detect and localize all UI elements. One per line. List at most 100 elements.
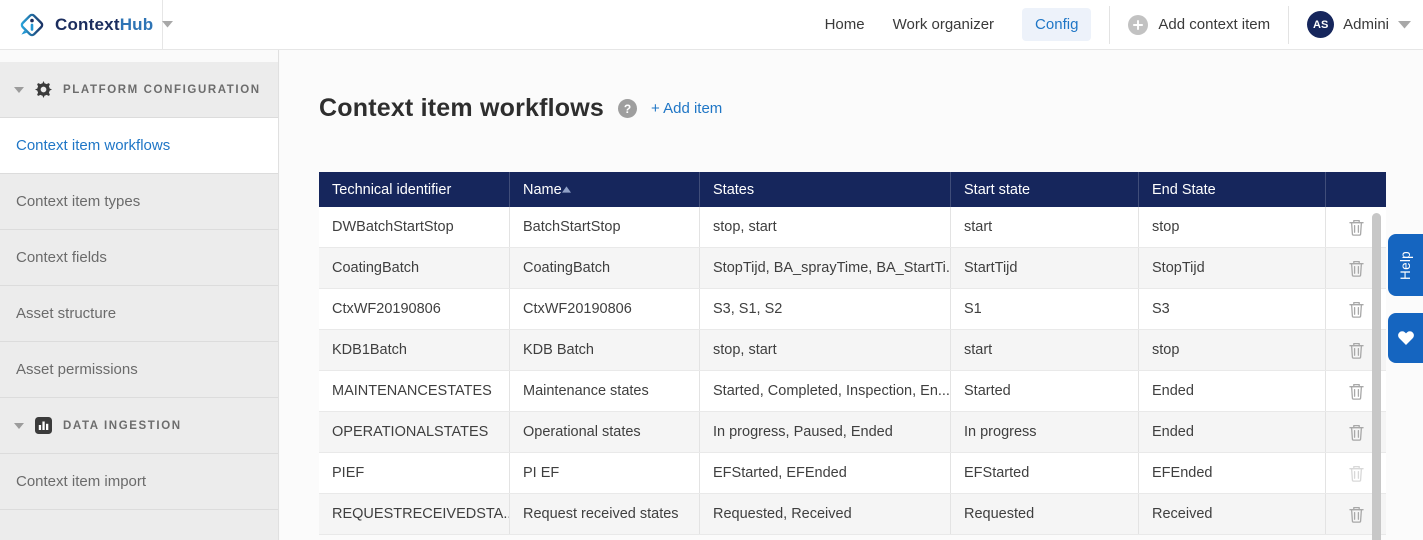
cell-end-state: Received (1138, 494, 1325, 534)
cell-end-state: S3 (1138, 289, 1325, 329)
page-title: Context item workflows (319, 94, 604, 122)
main-content: Context item workflows ? + Add item Tech… (280, 50, 1423, 540)
column-header-label: Technical identifier (332, 181, 452, 198)
cell-states: S3, S1, S2 (699, 289, 950, 329)
cell-start-state: Requested (950, 494, 1138, 534)
add-context-item-label: Add context item (1158, 16, 1271, 33)
column-header-states[interactable]: States (699, 172, 950, 207)
table-row[interactable]: REQUESTRECEIVEDSTA... Request received st… (319, 494, 1386, 535)
column-header-actions[interactable] (1325, 172, 1386, 207)
column-header-name[interactable]: Name (509, 172, 699, 207)
add-context-item-button[interactable]: Add context item (1128, 14, 1271, 35)
nav-items: Home Work organizer Config (825, 8, 1092, 41)
table-header-row: Technical identifier Name States Start stat… (319, 172, 1386, 207)
topbar: ContextHub Home Work organizer Config Add … (0, 0, 1423, 50)
trash-icon[interactable] (1348, 342, 1364, 359)
cell-states: stop, start (699, 207, 950, 247)
cell-states: Started, Completed, Inspection, En... (699, 371, 950, 411)
chevron-down-icon (14, 422, 24, 429)
table-scrollbar[interactable] (1372, 213, 1381, 540)
logo-chevron-down-icon (162, 21, 174, 28)
trash-icon (1348, 465, 1364, 482)
sidebar-section-title: PLATFORM CONFIGURATION (63, 83, 261, 96)
trash-icon[interactable] (1348, 383, 1364, 400)
sidebar-item-context-fields[interactable]: Context fields (0, 230, 278, 286)
app-logo[interactable]: ContextHub (0, 0, 174, 49)
page-header: Context item workflows ? + Add item (319, 94, 722, 123)
cell-end-state: StopTijd (1138, 248, 1325, 288)
help-tab[interactable]: Help (1388, 234, 1423, 296)
add-item-link[interactable]: + Add item (651, 100, 722, 117)
cell-end-state: stop (1138, 207, 1325, 247)
top-navigation: Home Work organizer Config Add context ite… (825, 5, 1423, 44)
column-header-label: End State (1152, 181, 1216, 198)
user-chevron-down-icon (1398, 20, 1411, 29)
sidebar-section-header-data-ingestion[interactable]: DATA INGESTION (0, 398, 278, 454)
sidebar-item-asset-permissions[interactable]: Asset permissions (0, 342, 278, 398)
gear-icon (35, 81, 52, 98)
sidebar-item-asset-structure[interactable]: Asset structure (0, 286, 278, 342)
sidebar-section-title: DATA INGESTION (63, 419, 182, 432)
favorites-button[interactable] (1388, 313, 1423, 363)
heart-icon (1397, 331, 1414, 345)
app-title: ContextHub (55, 14, 154, 34)
cell-name: PI EF (509, 453, 699, 493)
cell-technical-identifier: KDB1Batch (332, 342, 407, 358)
trash-icon[interactable] (1348, 260, 1364, 277)
table-row[interactable]: MAINTENANCESTATES Maintenance states Start… (319, 371, 1386, 412)
cell-end-state: Ended (1138, 412, 1325, 452)
cell-name: CoatingBatch (509, 248, 699, 288)
sidebar-item-context-item-workflows[interactable]: Context item workflows (0, 118, 278, 174)
cell-start-state: S1 (950, 289, 1138, 329)
cell-name: Operational states (509, 412, 699, 452)
cell-states: In progress, Paused, Ended (699, 412, 950, 452)
column-header-technical-identifier[interactable]: Technical identifier (319, 172, 509, 207)
cell-states: StopTijd, BA_sprayTime, BA_StartTi... (699, 248, 950, 288)
table-row[interactable]: OPERATIONALSTATES Operational states In pr… (319, 412, 1386, 453)
cell-technical-identifier: DWBatchStartStop (332, 219, 454, 235)
sidebar-item-context-item-import[interactable]: Context item import (0, 454, 278, 510)
bar-chart-icon (35, 417, 52, 434)
sidebar-section-header-platform-configuration[interactable]: PLATFORM CONFIGURATION (0, 62, 278, 118)
column-header-end-state[interactable]: End State (1138, 172, 1325, 207)
help-tab-label: Help (1398, 250, 1413, 280)
table-row[interactable]: DWBatchStartStop BatchStartStop stop, star… (319, 207, 1386, 248)
column-header-label: Start state (964, 181, 1031, 198)
trash-icon[interactable] (1348, 424, 1364, 441)
avatar: AS (1307, 11, 1335, 38)
cell-technical-identifier: MAINTENANCESTATES (332, 383, 492, 399)
table-row[interactable]: PIEF PI EF EFStarted, EFEnded EFStarted EFEn… (319, 453, 1386, 494)
table-row[interactable]: CoatingBatch CoatingBatch StopTijd, BA_spr… (319, 248, 1386, 289)
contexthub-logo-icon (18, 11, 46, 39)
table-row[interactable]: CtxWF20190806 CtxWF20190806 S3, S1, S2 S1 S3 (319, 289, 1386, 330)
cell-start-state: start (950, 207, 1138, 247)
sidebar-item-context-item-types[interactable]: Context item types (0, 174, 278, 230)
user-menu[interactable]: AS Admini (1307, 11, 1411, 38)
cell-name: Request received states (509, 494, 699, 534)
cell-technical-identifier: OPERATIONALSTATES (332, 424, 489, 440)
trash-icon[interactable] (1348, 219, 1364, 236)
nav-divider-2 (1288, 5, 1290, 44)
cell-end-state: stop (1138, 330, 1325, 370)
sidebar-item-partial (0, 510, 278, 540)
cell-name: CtxWF20190806 (509, 289, 699, 329)
cell-start-state: StartTijd (950, 248, 1138, 288)
sidebar: PLATFORM CONFIGURATION Context item workf… (0, 50, 279, 540)
cell-technical-identifier: REQUESTRECEIVEDSTA... (332, 506, 509, 522)
user-name: Admini (1343, 16, 1389, 33)
column-header-start-state[interactable]: Start state (950, 172, 1138, 207)
cell-states: EFStarted, EFEnded (699, 453, 950, 493)
nav-item-home[interactable]: Home (825, 16, 865, 33)
nav-item-config[interactable]: Config (1022, 8, 1092, 41)
help-question-icon[interactable]: ? (618, 99, 637, 118)
cell-end-state: EFEnded (1138, 453, 1325, 493)
trash-icon[interactable] (1348, 506, 1364, 523)
cell-name: KDB Batch (509, 330, 699, 370)
trash-icon[interactable] (1348, 301, 1364, 318)
nav-item-work-organizer[interactable]: Work organizer (893, 16, 994, 33)
cell-start-state: Started (950, 371, 1138, 411)
sort-asc-icon (561, 186, 571, 193)
table-row[interactable]: KDB1Batch KDB Batch stop, start start stop (319, 330, 1386, 371)
cell-technical-identifier: CoatingBatch (332, 260, 420, 276)
workflows-table: Technical identifier Name States Start stat… (319, 172, 1386, 535)
